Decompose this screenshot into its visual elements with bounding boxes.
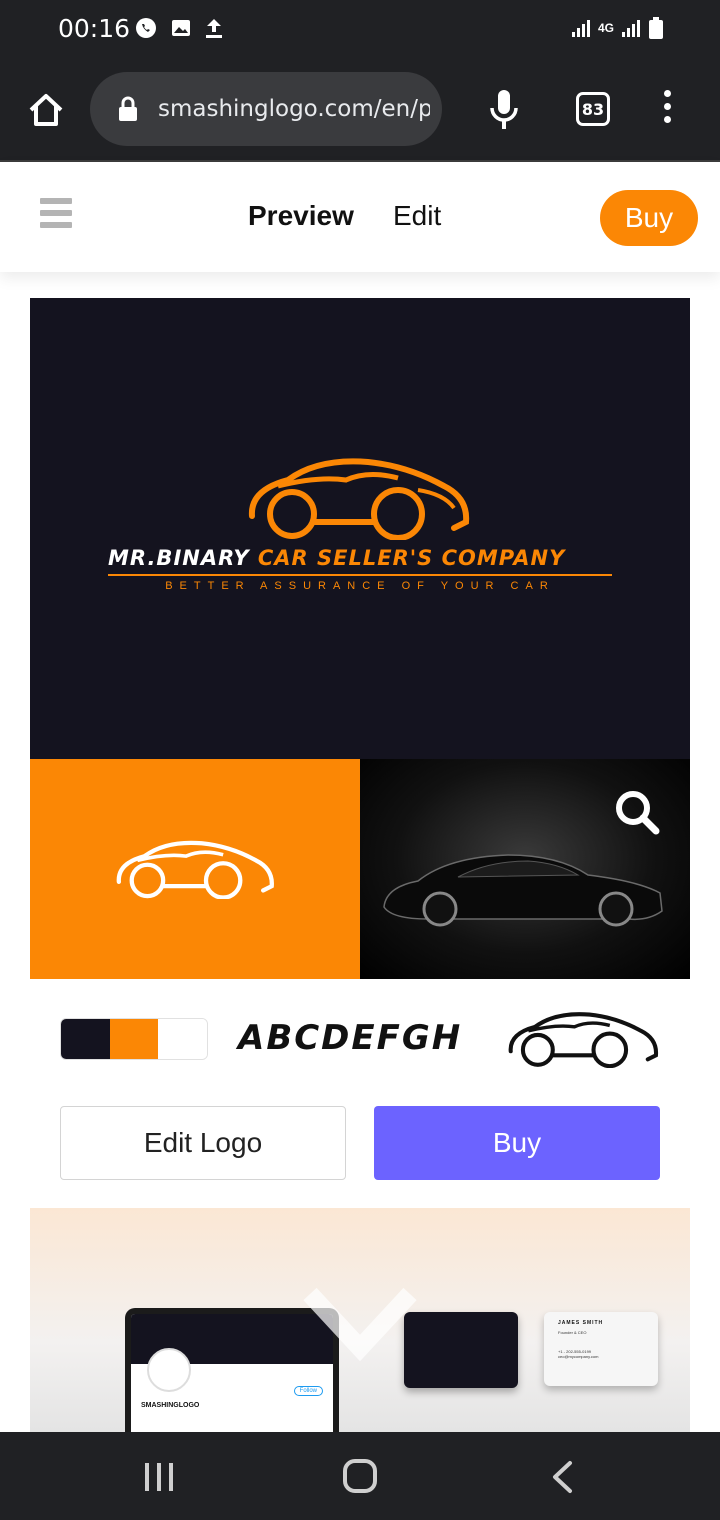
upload-icon xyxy=(206,19,222,38)
logo-variant-orange xyxy=(30,759,360,979)
logo-divider xyxy=(108,574,612,576)
buy-button[interactable]: Buy xyxy=(374,1106,660,1180)
palette-swatch-white xyxy=(158,1019,207,1059)
sports-car-icon xyxy=(116,840,274,899)
header-buy-button[interactable]: Buy xyxy=(600,190,698,246)
brand-part-1: MR.BINARY xyxy=(108,546,250,570)
address-bar[interactable]: smashinglogo.com/en/p xyxy=(90,72,442,146)
hamburger-icon[interactable] xyxy=(40,198,72,234)
mic-icon[interactable] xyxy=(488,88,520,130)
car-silhouette xyxy=(383,854,663,927)
home-nav-icon[interactable] xyxy=(342,1458,378,1494)
business-card-back: JAMES SMITH Founder & CEO +1 - 202-555-0… xyxy=(544,1312,658,1386)
chevron-down-icon[interactable] xyxy=(300,1284,420,1368)
car-photo[interactable] xyxy=(360,759,690,979)
palette-swatch-dark xyxy=(61,1019,110,1059)
back-icon[interactable] xyxy=(550,1460,574,1494)
recent-apps-icon[interactable] xyxy=(142,1460,176,1494)
avatar xyxy=(147,1348,191,1392)
status-time: 00:16 xyxy=(58,14,131,43)
signal-icon xyxy=(571,20,590,37)
card-name: JAMES SMITH xyxy=(558,1320,604,1326)
business-card-front xyxy=(404,1312,518,1388)
sports-car-icon xyxy=(248,458,470,540)
tab-preview[interactable]: Preview xyxy=(248,200,354,232)
follow-button: Follow xyxy=(293,1386,323,1396)
card-role: Founder & CEO xyxy=(558,1330,587,1335)
tablet-handle: SMASHINGLOGO xyxy=(141,1402,200,1409)
zoom-icon[interactable] xyxy=(614,789,660,835)
tab-edit[interactable]: Edit xyxy=(393,200,441,232)
more-icon[interactable] xyxy=(660,90,674,129)
edit-logo-button[interactable]: Edit Logo xyxy=(60,1106,346,1180)
signal-icon xyxy=(622,20,640,37)
palette-swatch-orange xyxy=(109,1019,159,1059)
status-bar: 00:16 4G xyxy=(0,0,720,58)
color-palette xyxy=(60,1018,208,1060)
battery-icon xyxy=(649,17,663,39)
card-email: ceo@mycompany.com xyxy=(558,1354,599,1359)
lock-icon xyxy=(119,96,137,121)
browser-toolbar: smashinglogo.com/en/p 83 xyxy=(0,58,720,162)
system-nav-bar xyxy=(0,1432,720,1520)
site-nav: Preview Edit Buy xyxy=(0,162,720,272)
url-text[interactable]: smashinglogo.com/en/p xyxy=(158,96,430,122)
brand-mockup: Follow SMASHINGLOGO JAMES SMITH Founder … xyxy=(30,1208,690,1432)
tabs-button[interactable]: 83 xyxy=(576,92,610,126)
home-icon[interactable] xyxy=(26,90,66,130)
logo-preview: MR.BINARY CAR SELLER'S COMPANY BETTER AS… xyxy=(30,298,690,759)
logo-brand-name: MR.BINARY CAR SELLER'S COMPANY xyxy=(108,546,612,570)
sports-car-icon xyxy=(508,1012,659,1068)
image-icon xyxy=(172,20,190,36)
whatsapp-icon xyxy=(136,18,156,38)
font-sample: ABCDEFGH xyxy=(238,1018,463,1058)
brand-part-2: CAR SELLER'S COMPANY xyxy=(257,546,566,570)
logo-tagline: BETTER ASSURANCE OF YOUR CAR xyxy=(165,580,555,592)
network-4g-label: 4G xyxy=(597,21,614,35)
